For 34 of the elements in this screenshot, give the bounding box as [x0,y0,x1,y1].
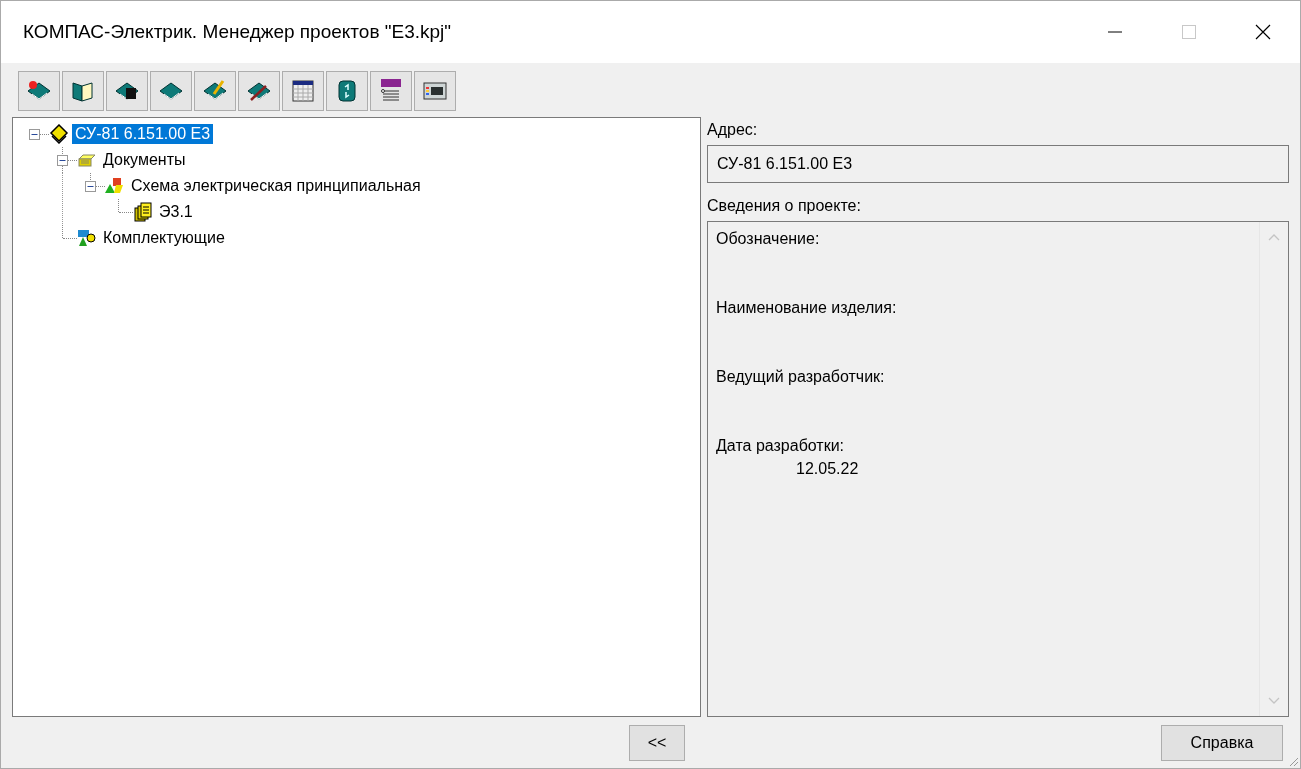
toolbar-button[interactable] [282,71,324,111]
components-icon [77,228,97,248]
list-icon [378,78,404,104]
pages-icon [133,202,153,222]
address-label: Адрес: [707,120,759,140]
collapse-icon[interactable] [29,129,40,140]
tree-item[interactable]: Э3.1 [156,202,196,222]
address-field: СУ-81 6.151.00 Е3 [707,145,1289,183]
info-field-value: 12.05.22 [795,460,860,478]
tree-item[interactable]: Схема электрическая принципиальная [128,176,424,196]
collapse-icon[interactable] [85,181,96,192]
info-field-label: Дата разработки: [716,437,846,455]
table-icon [290,78,316,104]
tree-item[interactable]: СУ-81 6.151.00 Е3 [72,124,214,144]
info-field-label: Обозначение: [716,230,821,248]
toolbar-button[interactable] [238,71,280,111]
resize-grip-icon[interactable] [1287,755,1299,767]
tree-item[interactable]: Комплектующие [100,228,228,248]
info-field-label: Ведущий разработчик: [716,368,886,386]
close-icon[interactable] [1255,24,1271,40]
shapes-icon [105,176,125,196]
collapse-button[interactable]: << [629,725,685,761]
help-button[interactable]: Справка [1161,725,1283,761]
info-field-label: Наименование изделия: [716,299,898,317]
toolbar-button[interactable] [106,71,148,111]
info-label: Сведения о проекте: [707,196,862,216]
toolbar-button[interactable] [326,71,368,111]
collapse-icon[interactable] [57,155,68,166]
toolbar-button[interactable] [414,71,456,111]
toolbar-button[interactable] [370,71,412,111]
window-title: КОМПАС-Электрик. Менеджер проектов "E3.kpj" [23,21,452,43]
tree-item[interactable]: Документы [100,150,189,170]
toolbar-button[interactable] [62,71,104,111]
diamond-book-icon [49,124,69,144]
